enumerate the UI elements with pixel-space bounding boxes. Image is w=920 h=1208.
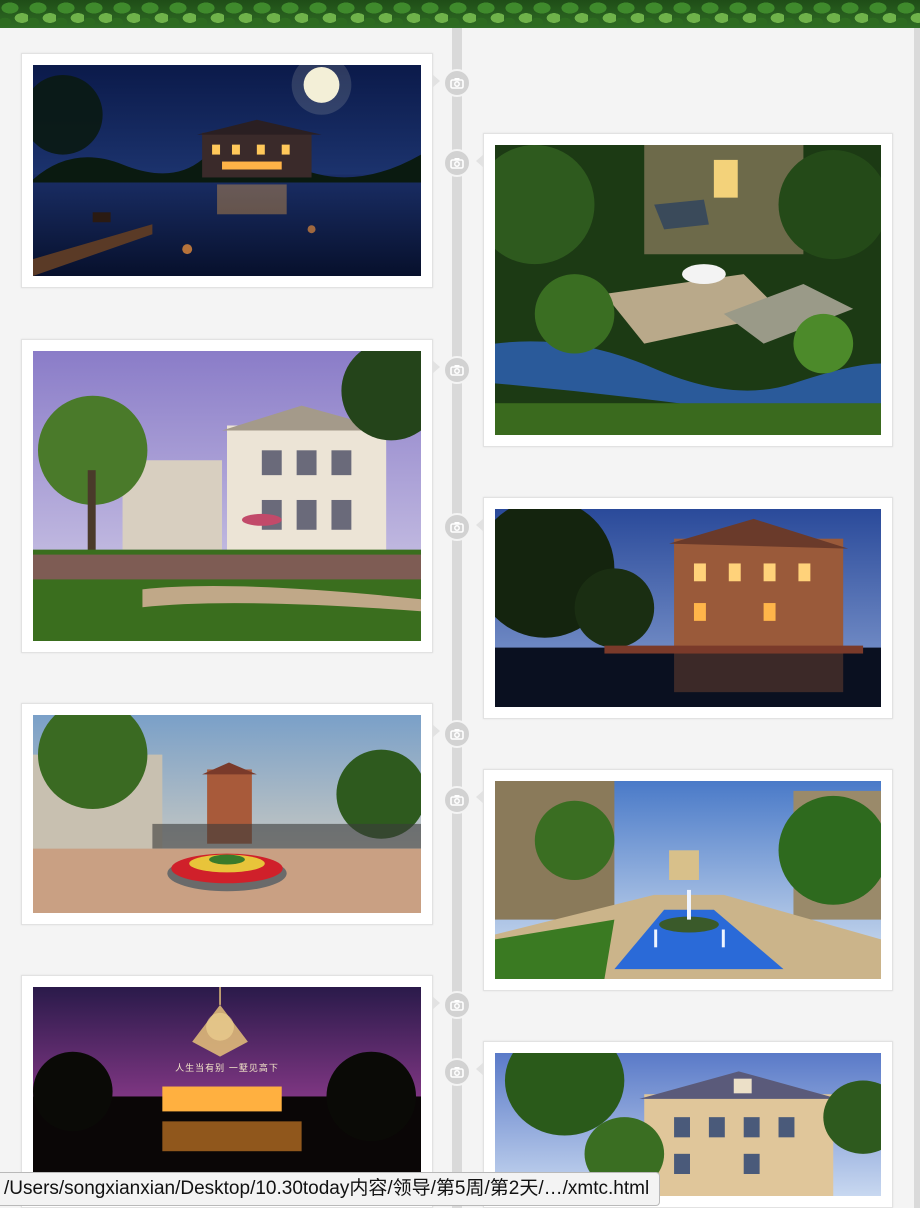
- camera-icon: [443, 720, 471, 748]
- camera-icon: [443, 513, 471, 541]
- camera-icon: [443, 356, 471, 384]
- camera-icon: [443, 1058, 471, 1086]
- timeline-spine: [452, 28, 462, 1208]
- timeline-photo-card[interactable]: [21, 339, 440, 653]
- browser-status-url: /Users/songxianxian/Desktop/10.30today内容…: [0, 1172, 661, 1206]
- timeline-photo-card[interactable]: [21, 53, 440, 288]
- timeline-photo-card[interactable]: [476, 133, 893, 447]
- camera-icon: [443, 991, 471, 1019]
- camera-icon: [443, 69, 471, 97]
- leaf-header-banner: [0, 0, 920, 28]
- villa-photo[interactable]: [33, 65, 421, 276]
- villa-photo[interactable]: [495, 509, 881, 707]
- timeline-photo-card[interactable]: [21, 703, 440, 925]
- garden-photo[interactable]: [495, 145, 881, 435]
- advertisement-caption: 人生当有别 一墅见高下: [175, 1064, 279, 1074]
- fountain-photo[interactable]: [495, 781, 881, 979]
- camera-icon: [443, 149, 471, 177]
- timeline-photo-card[interactable]: [476, 497, 893, 719]
- timeline-photo-card[interactable]: [476, 769, 893, 991]
- advertisement-photo[interactable]: 人生当有别 一墅见高下: [33, 987, 421, 1196]
- entrance-photo[interactable]: [33, 715, 421, 913]
- window-edge: [914, 28, 920, 1208]
- villa-photo[interactable]: [33, 351, 421, 641]
- camera-icon: [443, 786, 471, 814]
